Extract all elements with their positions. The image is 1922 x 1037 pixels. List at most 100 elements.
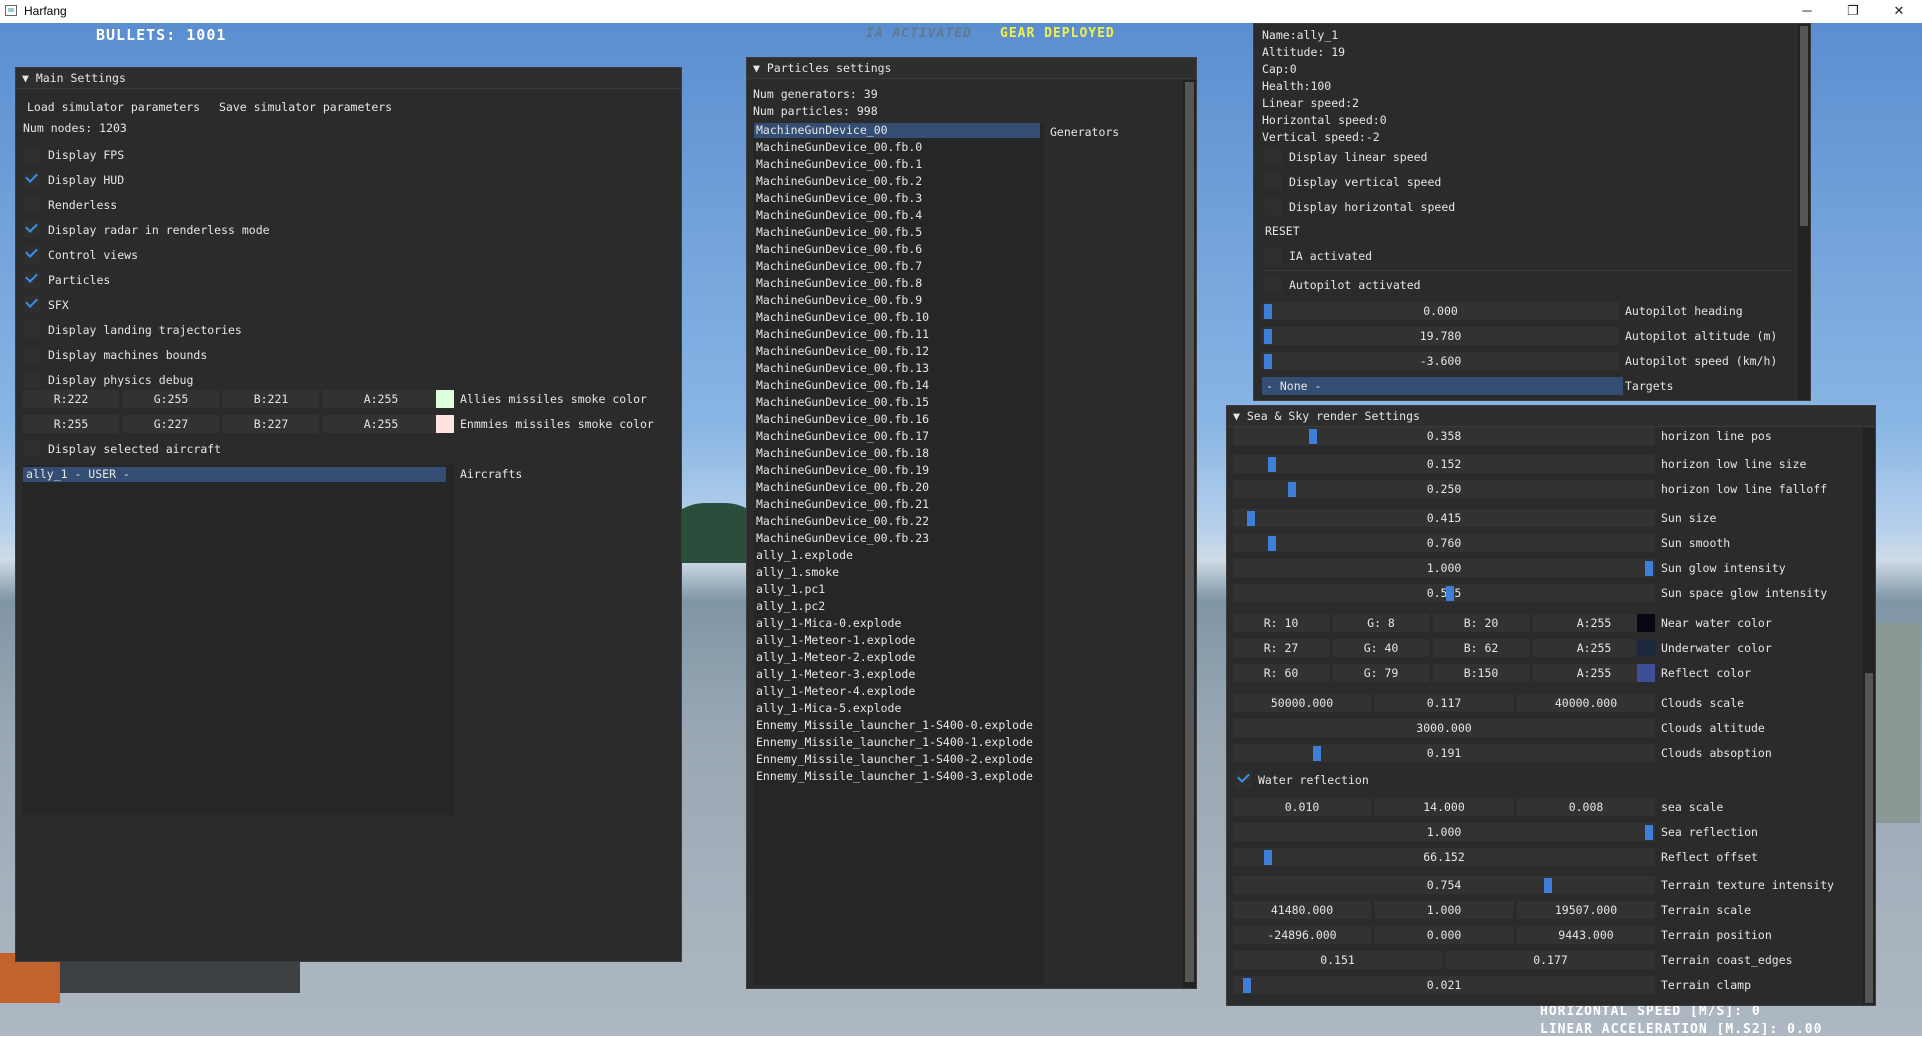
generator-list-item[interactable]: MachineGunDevice_00.fb.3 xyxy=(754,191,922,206)
terrain-clamp-slider-handle[interactable] xyxy=(1243,978,1252,993)
display-horizontal-speed-checkbox[interactable] xyxy=(1265,198,1282,215)
near-water-color-g-field[interactable]: G: 8 xyxy=(1333,614,1429,632)
generator-list-item[interactable]: ally_1-Mica-5.explode xyxy=(754,701,901,716)
display-fps-checkbox[interactable] xyxy=(23,146,40,163)
aircraft-scrollbar[interactable] xyxy=(1798,24,1810,400)
autopilot-speed-km-h-slider[interactable]: -3.600 xyxy=(1262,352,1619,370)
generator-list-item[interactable]: Ennemy_Missile_launcher_1-S400-3.explode xyxy=(754,769,1033,784)
generator-list-item[interactable]: ally_1-Mica-0.explode xyxy=(754,616,901,631)
close-button[interactable]: ✕ xyxy=(1876,0,1922,23)
generator-list-item[interactable]: Ennemy_Missile_launcher_1-S400-1.explode xyxy=(754,735,1033,750)
near-water-color-swatch[interactable] xyxy=(1637,614,1655,632)
main-settings-header[interactable]: ▼ Main Settings xyxy=(16,68,681,89)
generator-list-item[interactable]: MachineGunDevice_00.fb.11 xyxy=(754,327,929,342)
sea-sky-scrollbar-thumb[interactable] xyxy=(1865,673,1873,1003)
reflect-color-g-field[interactable]: G: 79 xyxy=(1333,664,1429,682)
horizon-low-line-falloff-slider-handle[interactable] xyxy=(1288,482,1297,497)
allies-color-swatch[interactable] xyxy=(436,390,454,408)
terrain-coast-edge-b[interactable]: 0.177 xyxy=(1446,951,1655,969)
allies-a-field[interactable]: A:255 xyxy=(323,390,439,408)
terrain-clamp-slider[interactable]: 0.021 xyxy=(1233,976,1655,994)
generator-list-item[interactable]: ally_1-Meteor-2.explode xyxy=(754,650,915,665)
reflect-offset-slider[interactable]: 66.152 xyxy=(1233,848,1655,866)
reflect-color-b-field[interactable]: B:150 xyxy=(1433,664,1529,682)
generator-list-item[interactable]: MachineGunDevice_00.fb.23 xyxy=(754,531,929,546)
particles-scrollbar-thumb[interactable] xyxy=(1185,82,1194,982)
horizon-low-line-size-slider-handle[interactable] xyxy=(1267,457,1276,472)
display-linear-speed-checkbox[interactable] xyxy=(1265,148,1282,165)
terrain-texture-slider[interactable]: 0.754 xyxy=(1233,876,1655,894)
generators-listbox[interactable]: MachineGunDevice_00 MachineGunDevice_00.f… xyxy=(754,123,1044,985)
generator-list-item[interactable]: MachineGunDevice_00.fb.6 xyxy=(754,242,922,257)
generator-list-item[interactable]: ally_1.smoke xyxy=(754,565,839,580)
autopilot-speed-km-h-slider-handle[interactable] xyxy=(1264,354,1272,369)
underwater-color-b-field[interactable]: B: 62 xyxy=(1433,639,1529,657)
sun-size-slider[interactable]: 0.415 xyxy=(1233,509,1655,527)
horizon-line-pos-slider[interactable]: 0.358 xyxy=(1233,427,1655,445)
near-water-color-b-field[interactable]: B: 20 xyxy=(1433,614,1529,632)
display-landing-trajectories-checkbox[interactable] xyxy=(23,321,40,338)
display-machines-bounds-checkbox[interactable] xyxy=(23,346,40,363)
generator-list-item[interactable]: MachineGunDevice_00.fb.7 xyxy=(754,259,922,274)
display-hud-checkbox[interactable] xyxy=(23,171,40,188)
maximize-button[interactable]: ❐ xyxy=(1830,0,1876,23)
sea-scale-z[interactable]: 0.008 xyxy=(1517,798,1655,816)
sea-sky-header[interactable]: ▼ Sea & Sky render Settings xyxy=(1227,406,1875,427)
generator-list-item[interactable]: MachineGunDevice_00.fb.12 xyxy=(754,344,929,359)
allies-b-field[interactable]: B:221 xyxy=(223,390,319,408)
allies-r-field[interactable]: R:222 xyxy=(23,390,119,408)
allies-g-field[interactable]: G:255 xyxy=(123,390,219,408)
generator-list-item[interactable]: MachineGunDevice_00.fb.20 xyxy=(754,480,929,495)
display-vertical-speed-checkbox[interactable] xyxy=(1265,173,1282,190)
terrain-scale-y[interactable]: 1.000 xyxy=(1375,901,1513,919)
clouds-absorption-slider[interactable]: 0.191 xyxy=(1233,744,1655,762)
reflect-color-swatch[interactable] xyxy=(1637,664,1655,682)
sea-scale-y[interactable]: 14.000 xyxy=(1375,798,1513,816)
terrain-position-y[interactable]: 0.000 xyxy=(1375,926,1513,944)
aircraft-list-item[interactable]: ally_1 - USER - xyxy=(23,467,446,482)
generator-list-item[interactable]: Ennemy_Missile_launcher_1-S400-2.explode xyxy=(754,752,1033,767)
clouds-altitude-field[interactable]: 3000.000 xyxy=(1233,719,1655,737)
autopilot-altitude-m-slider-handle[interactable] xyxy=(1264,329,1272,344)
generator-list-item[interactable]: MachineGunDevice_00.fb.21 xyxy=(754,497,929,512)
near-water-color-r-field[interactable]: R: 10 xyxy=(1233,614,1329,632)
clouds-scale-z[interactable]: 40000.000 xyxy=(1517,694,1655,712)
generator-list-item[interactable]: MachineGunDevice_00.fb.4 xyxy=(754,208,922,223)
generator-list-item[interactable]: MachineGunDevice_00.fb.10 xyxy=(754,310,929,325)
generator-list-item[interactable]: ally_1-Meteor-4.explode xyxy=(754,684,915,699)
horizon-line-pos-slider-handle[interactable] xyxy=(1308,429,1317,444)
reflect-color-r-field[interactable]: R: 60 xyxy=(1233,664,1329,682)
horizon-low-line-falloff-slider[interactable]: 0.250 xyxy=(1233,480,1655,498)
load-parameters-button[interactable]: Load simulator parameters xyxy=(27,100,200,114)
generator-list-item[interactable]: MachineGunDevice_00.fb.19 xyxy=(754,463,929,478)
underwater-color-swatch[interactable] xyxy=(1637,639,1655,657)
reset-button[interactable]: RESET xyxy=(1265,224,1300,238)
sfx-checkbox[interactable] xyxy=(23,296,40,313)
terrain-position-x[interactable]: -24896.000 xyxy=(1233,926,1371,944)
generator-list-item[interactable]: MachineGunDevice_00.fb.17 xyxy=(754,429,929,444)
autopilot-activated-checkbox[interactable] xyxy=(1265,276,1282,293)
enemies-color-swatch[interactable] xyxy=(436,415,454,433)
terrain-texture-slider-handle[interactable] xyxy=(1544,878,1553,893)
generator-list-item[interactable]: ally_1-Meteor-1.explode xyxy=(754,633,915,648)
terrain-scale-z[interactable]: 19507.000 xyxy=(1517,901,1655,919)
sea-scale-x[interactable]: 0.010 xyxy=(1233,798,1371,816)
generator-list-item[interactable]: MachineGunDevice_00.fb.22 xyxy=(754,514,929,529)
generator-list-item[interactable]: MachineGunDevice_00.fb.14 xyxy=(754,378,929,393)
autopilot-heading-slider[interactable]: 0.000 xyxy=(1262,302,1619,320)
display-physics-debug-checkbox[interactable] xyxy=(23,371,40,388)
generator-list-item[interactable]: ally_1.pc2 xyxy=(754,599,825,614)
control-views-checkbox[interactable] xyxy=(23,246,40,263)
generator-list-item[interactable]: MachineGunDevice_00.fb.16 xyxy=(754,412,929,427)
enemies-b-field[interactable]: B:227 xyxy=(223,415,319,433)
particles-scrollbar[interactable] xyxy=(1183,80,1196,988)
underwater-color-r-field[interactable]: R: 27 xyxy=(1233,639,1329,657)
sun-glow-intensity-slider-handle[interactable] xyxy=(1645,561,1653,576)
reflect-offset-slider-handle[interactable] xyxy=(1263,850,1272,865)
horizon-low-line-size-slider[interactable]: 0.152 xyxy=(1233,455,1655,473)
generator-list-item[interactable]: MachineGunDevice_00.fb.15 xyxy=(754,395,929,410)
generator-list-item[interactable]: Ennemy_Missile_launcher_1-S400-0.explode xyxy=(754,718,1033,733)
clouds-absorption-slider-handle[interactable] xyxy=(1312,746,1321,761)
minimize-button[interactable]: ─ xyxy=(1784,0,1830,23)
underwater-color-g-field[interactable]: G: 40 xyxy=(1333,639,1429,657)
